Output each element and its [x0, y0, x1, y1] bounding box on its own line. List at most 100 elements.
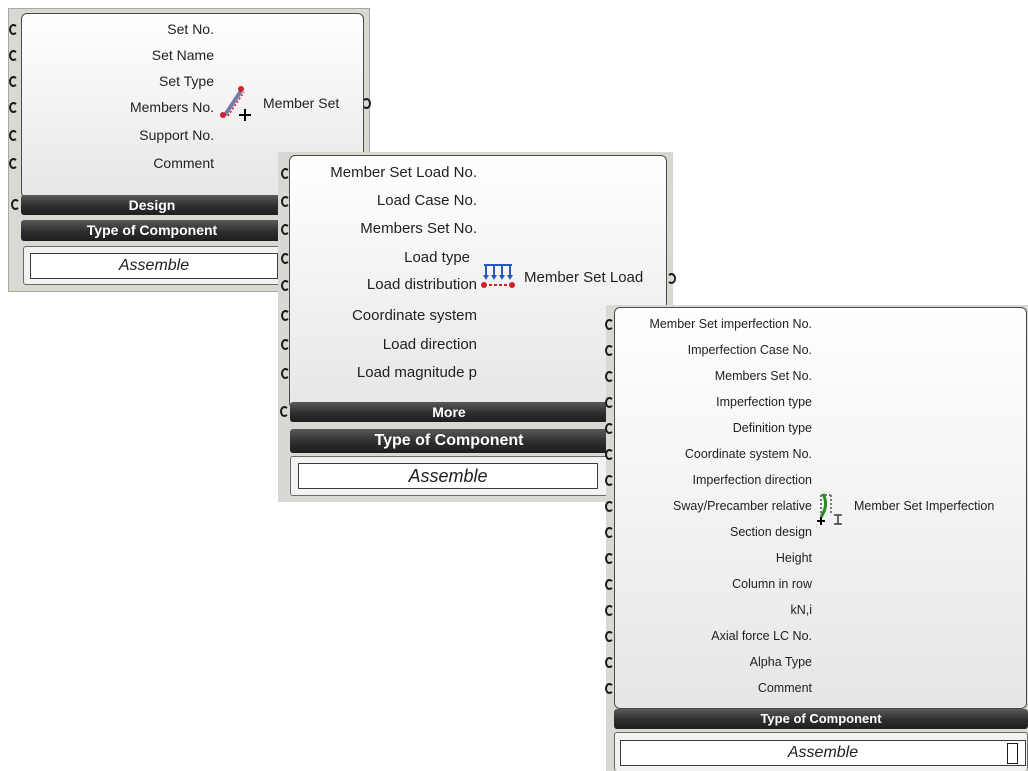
input-port[interactable] — [9, 76, 18, 87]
input-label: Comment — [757, 681, 812, 695]
input-load-type[interactable]: Load type — [281, 243, 477, 273]
input-load-case-no[interactable]: Load Case No. — [281, 187, 477, 215]
member-set-imperfection-component[interactable]: Member Set imperfection No. Imperfection… — [605, 305, 1028, 771]
input-port[interactable] — [605, 501, 614, 512]
member-set-menu: Assemble — [23, 246, 283, 285]
input-label: Member Set imperfection No. — [649, 317, 812, 331]
member-set-imperfection-assemble-field[interactable]: Assemble — [620, 740, 1026, 766]
input-port[interactable] — [281, 196, 290, 207]
input-set-name[interactable]: Set Name — [9, 42, 214, 68]
member-set-assemble-field[interactable]: Assemble — [30, 253, 278, 279]
input-load-direction[interactable]: Load direction — [281, 330, 477, 359]
member-set-load-more-bar[interactable]: More — [290, 402, 608, 422]
input-axial-force-lc-no[interactable]: Axial force LC No. — [605, 623, 812, 649]
input-label: Imperfection Case No. — [687, 343, 812, 357]
input-height[interactable]: Height — [605, 545, 812, 571]
member-set-imperfection-menu: Assemble — [614, 732, 1028, 771]
member-set-imperfection-output-label: Member Set Imperfection — [854, 499, 995, 513]
input-port[interactable] — [605, 423, 614, 434]
input-label: Members Set No. — [714, 369, 812, 383]
member-set-imperfection-type-bar[interactable]: Type of Component — [614, 709, 1028, 729]
input-label: Members No. — [129, 99, 214, 115]
menu-scroll-thumb[interactable] — [1007, 743, 1018, 764]
input-port[interactable] — [9, 130, 18, 141]
input-comment[interactable]: Comment — [605, 675, 812, 701]
input-port[interactable] — [605, 683, 614, 694]
input-set-no[interactable]: Set No. — [9, 16, 214, 42]
input-label: Imperfection direction — [692, 473, 812, 487]
input-set-type[interactable]: Set Type — [9, 68, 214, 94]
input-label: Load distribution — [366, 276, 477, 293]
input-port[interactable] — [281, 339, 290, 350]
input-coordinate-system-no[interactable]: Coordinate system No. — [605, 441, 812, 467]
input-imperfection-case-no[interactable]: Imperfection Case No. — [605, 337, 812, 363]
input-member-set-load-no[interactable]: Member Set Load No. — [281, 159, 477, 187]
input-port[interactable] — [281, 168, 290, 179]
input-label: Definition type — [732, 421, 812, 435]
input-label: Height — [775, 551, 812, 565]
input-port[interactable] — [9, 50, 18, 61]
input-members-set-no[interactable]: Members Set No. — [281, 215, 477, 243]
input-column-in-row[interactable]: Column in row — [605, 571, 812, 597]
input-label: Support No. — [139, 127, 214, 143]
input-section-design[interactable]: Section design — [605, 519, 812, 545]
input-load-magnitude[interactable]: Load magnitude p — [281, 359, 477, 387]
input-members-no[interactable]: Members No. — [9, 94, 214, 120]
input-port[interactable] — [605, 579, 614, 590]
design-bar-port[interactable] — [11, 199, 20, 210]
input-port[interactable] — [9, 102, 18, 113]
input-port[interactable] — [605, 475, 614, 486]
member-set-type-bar[interactable]: Type of Component — [21, 220, 283, 241]
input-imperfection-direction[interactable]: Imperfection direction — [605, 467, 812, 493]
input-label: Column in row — [732, 577, 812, 591]
input-port[interactable] — [281, 280, 290, 291]
input-port[interactable] — [281, 368, 290, 379]
input-port[interactable] — [605, 605, 614, 616]
member-set-load-output-port[interactable] — [667, 273, 676, 284]
input-label: kN,i — [790, 603, 812, 617]
input-load-distribution[interactable]: Load distribution — [281, 273, 477, 301]
input-definition-type[interactable]: Definition type — [605, 415, 812, 441]
input-port[interactable] — [605, 319, 614, 330]
input-label: Comment — [153, 155, 214, 171]
member-set-output-port[interactable] — [362, 98, 371, 109]
input-label: Member Set Load No. — [330, 164, 477, 181]
member-set-load-assemble-field[interactable]: Assemble — [298, 463, 598, 489]
input-kni[interactable]: kN,i — [605, 597, 812, 623]
input-label: Set No. — [167, 21, 214, 37]
input-port[interactable] — [281, 310, 290, 321]
input-port[interactable] — [605, 631, 614, 642]
input-imperfection-type[interactable]: Imperfection type — [605, 389, 812, 415]
input-port[interactable] — [9, 158, 18, 169]
input-member-set-imperfection-no[interactable]: Member Set imperfection No. — [605, 311, 812, 337]
input-port[interactable] — [605, 345, 614, 356]
input-port[interactable] — [281, 253, 290, 264]
member-set-imperfection-inputs: Member Set imperfection No. Imperfection… — [605, 311, 812, 701]
input-sway-precamber-relative[interactable]: Sway/Precamber relative — [605, 493, 812, 519]
member-set-output-label: Member Set — [263, 95, 340, 111]
member-imperfection-icon — [817, 493, 842, 525]
input-members-set-no[interactable]: Members Set No. — [605, 363, 812, 389]
input-port[interactable] — [9, 24, 18, 35]
input-port[interactable] — [605, 527, 614, 538]
input-port[interactable] — [605, 371, 614, 382]
input-port[interactable] — [605, 449, 614, 460]
input-support-no[interactable]: Support No. — [9, 120, 214, 150]
more-bar-port[interactable] — [280, 406, 289, 417]
input-label: Alpha Type — [749, 655, 812, 669]
input-label: Set Name — [151, 47, 214, 63]
input-port[interactable] — [605, 657, 614, 668]
input-port[interactable] — [281, 224, 290, 235]
input-port[interactable] — [605, 397, 614, 408]
input-label: Load magnitude p — [356, 364, 477, 381]
input-label: Load type — [404, 249, 470, 266]
input-label: Load direction — [382, 336, 477, 353]
input-comment[interactable]: Comment — [9, 150, 214, 176]
input-coordinate-system[interactable]: Coordinate system — [281, 301, 477, 330]
input-label: Sway/Precamber relative — [673, 499, 812, 513]
member-set-load-type-bar[interactable]: Type of Component — [290, 429, 608, 453]
member-load-icon — [481, 264, 515, 288]
input-alpha-type[interactable]: Alpha Type — [605, 649, 812, 675]
member-set-design-bar[interactable]: Design — [21, 195, 283, 215]
input-port[interactable] — [605, 553, 614, 564]
